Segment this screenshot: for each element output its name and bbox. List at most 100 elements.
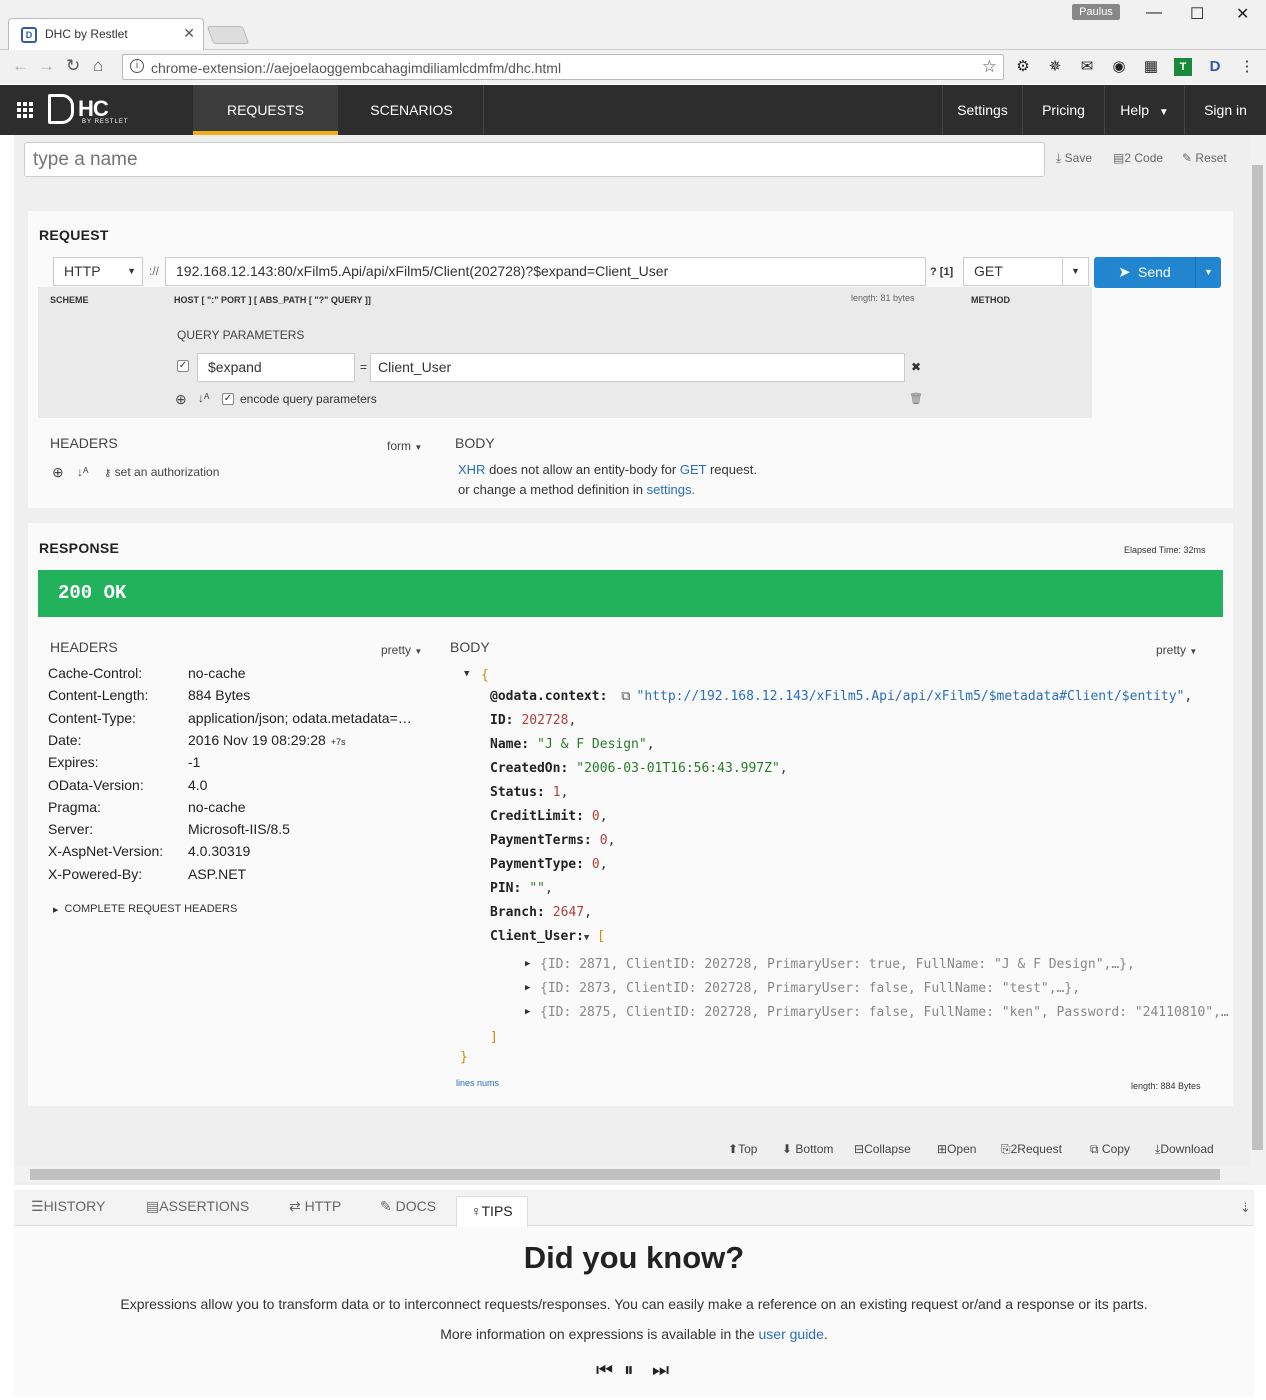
bug-extension-icon[interactable]: ✵ [1046,58,1064,76]
vertical-scroll-thumb[interactable] [1252,165,1263,1150]
expand-item-icon[interactable]: ▶ [525,983,530,993]
top-button[interactable]: ⬆Top [728,1142,757,1156]
bottom-button[interactable]: ⬇ Bottom [782,1142,833,1156]
lines-nums-toggle[interactable]: lines nums [456,1078,499,1088]
nav-scenarios[interactable]: SCENARIOS [340,85,484,135]
add-header-icon[interactable]: ⊕ [52,464,64,481]
json-array-item[interactable]: {ID: 2871, ClientID: 202728, PrimaryUser… [540,957,1234,972]
json-key: PIN: [490,881,522,896]
close-window-icon[interactable]: ✕ [1236,4,1249,24]
previous-tip-icon[interactable]: ⏮ [596,1360,613,1382]
download-button[interactable]: ⤓Download [1155,1142,1214,1157]
expand-item-icon[interactable]: ▶ [525,1007,530,1017]
user-guide-link[interactable]: user guide [759,1326,824,1342]
tab-tips[interactable]: ♀TIPS [456,1196,528,1227]
dhc-extension-icon[interactable]: D [1206,58,1224,76]
settings-link[interactable]: settings. [647,482,695,497]
url-input[interactable]: 192.168.12.143:80/xFilm5.Api/api/xFilm5/… [165,257,926,286]
bookmark-star-icon[interactable]: ☆ [982,57,997,77]
external-link-icon[interactable]: ⧉ [621,689,630,704]
scheme-select[interactable]: HTTP ▼ [53,257,143,286]
collapse-array-icon[interactable]: ▼ [584,933,589,943]
headers-pretty-toggle[interactable]: pretty ▼ [381,643,422,657]
save-button[interactable]: ⤓ Save [1056,151,1092,166]
json-value: 0 [591,857,600,872]
copy-button[interactable]: ⧉ Copy [1090,1142,1130,1157]
elapsed-time: Elapsed Time: 32ms [1124,545,1206,555]
sort-headers-icon[interactable]: ↓ᴬ [77,465,88,479]
json-value: 1 [552,785,561,800]
tab-docs[interactable]: ✎ DOCS [380,1198,436,1215]
encode-checkbox[interactable]: ✓ [222,393,234,405]
close-tab-icon[interactable]: ✕ [183,25,195,42]
dock-down-icon[interactable]: ⇣ [1240,1200,1251,1216]
xhr-link[interactable]: XHR [458,462,485,477]
json-array-item[interactable]: {ID: 2873, ClientID: 202728, PrimaryUser… [540,981,1234,996]
expand-item-icon[interactable]: ▶ [525,959,530,969]
complete-headers-toggle[interactable]: ▶ COMPLETE REQUEST HEADERS [53,903,237,915]
collapse-button[interactable]: ⊟Collapse [854,1142,911,1156]
query-count[interactable]: ? [1] [930,266,953,278]
add-param-icon[interactable]: ⊕ [175,391,187,408]
home-icon[interactable]: ⌂ [93,56,103,76]
address-bar[interactable]: i chrome-extension://aejoelaoggembcahagi… [122,54,1004,80]
back-icon[interactable]: ← [12,56,29,76]
sort-icon[interactable]: ↓ᴬ [198,391,209,405]
t-extension-icon[interactable]: T [1174,58,1192,76]
authorization-link[interactable]: ⚷ set an authorization [104,465,219,479]
form-toggle[interactable]: form ▼ [387,439,422,453]
request-name-field[interactable] [24,142,1045,177]
body-pretty-toggle[interactable]: pretty ▼ [1156,643,1197,657]
book-icon: ✎ [380,1198,392,1214]
menu-kebab-icon[interactable]: ⋮ [1238,58,1256,76]
method-select[interactable]: GET ▼ [963,257,1089,286]
json-key: @odata.context: [490,689,608,704]
settings-gear-extension-icon[interactable]: ⚙ [1014,58,1032,76]
get-link[interactable]: GET [680,462,707,477]
bottom-label: Bottom [795,1142,834,1156]
tab-http[interactable]: ⇄ HTTP [289,1198,341,1215]
json-array-item[interactable]: {ID: 2875, ClientID: 202728, PrimaryUser… [540,1005,1234,1020]
apps-grid-icon[interactable] [17,102,33,118]
forward-icon[interactable]: → [38,56,55,76]
pause-tip-icon[interactable]: ⏸ [624,1360,634,1382]
nav-signin[interactable]: Sign in [1184,85,1266,135]
collapse-root-icon[interactable]: ▼ [464,669,469,679]
tab-history[interactable]: ☰HISTORY [31,1198,105,1215]
param-enabled-checkbox[interactable]: ✓ [177,360,189,372]
grid-extension-icon[interactable]: ▦ [1142,58,1160,76]
maximize-icon[interactable]: ☐ [1190,4,1204,24]
next-tip-icon[interactable]: ⏭ [652,1360,669,1382]
send-dropdown-caret-icon[interactable]: ▼ [1195,257,1221,288]
reload-icon[interactable]: ↻ [66,56,80,76]
to-request-button[interactable]: ⎘2Request [1001,1142,1062,1157]
profile-badge[interactable]: Paulus [1072,4,1120,20]
circle-extension-icon[interactable]: ◉ [1110,58,1128,76]
trash-icon[interactable]: 🗑 [909,392,923,405]
nav-requests[interactable]: REQUESTS [193,85,338,135]
remove-param-icon[interactable]: ✖ [911,360,921,374]
minimize-icon[interactable]: — [1146,4,1162,22]
request-name-input[interactable] [25,143,1044,176]
response-header-name: Expires: [48,754,99,771]
mail-extension-icon[interactable]: ✉ [1078,58,1096,76]
send-button[interactable]: ➤ Send ▼ [1094,257,1221,288]
json-url-value[interactable]: "http://192.168.12.143/xFilm5.Api/api/xF… [637,689,1185,704]
new-tab-button[interactable] [206,26,250,44]
open-button[interactable]: ⊞Open [937,1142,976,1156]
send-label: Send [1138,264,1171,280]
nav-settings[interactable]: Settings [942,85,1022,135]
param-value-input[interactable]: Client_User [370,353,905,382]
info-icon[interactable]: i [130,59,144,73]
nav-pricing[interactable]: Pricing [1022,85,1104,135]
code-button[interactable]: ▤2 Code [1113,151,1163,165]
browser-tab[interactable]: D DHC by Restlet ✕ [8,18,204,50]
tab-assertions[interactable]: ▤ASSERTIONS [146,1198,249,1215]
pretty-label: pretty [381,643,412,657]
reset-button[interactable]: ✎ Reset [1182,151,1227,165]
param-name-input[interactable]: $expand [197,353,355,382]
code-label: 2 Code [1124,151,1164,165]
response-body-label: BODY [450,639,490,655]
nav-help[interactable]: Help ▼ [1104,85,1184,135]
horizontal-scroll-thumb[interactable] [30,1169,1220,1180]
